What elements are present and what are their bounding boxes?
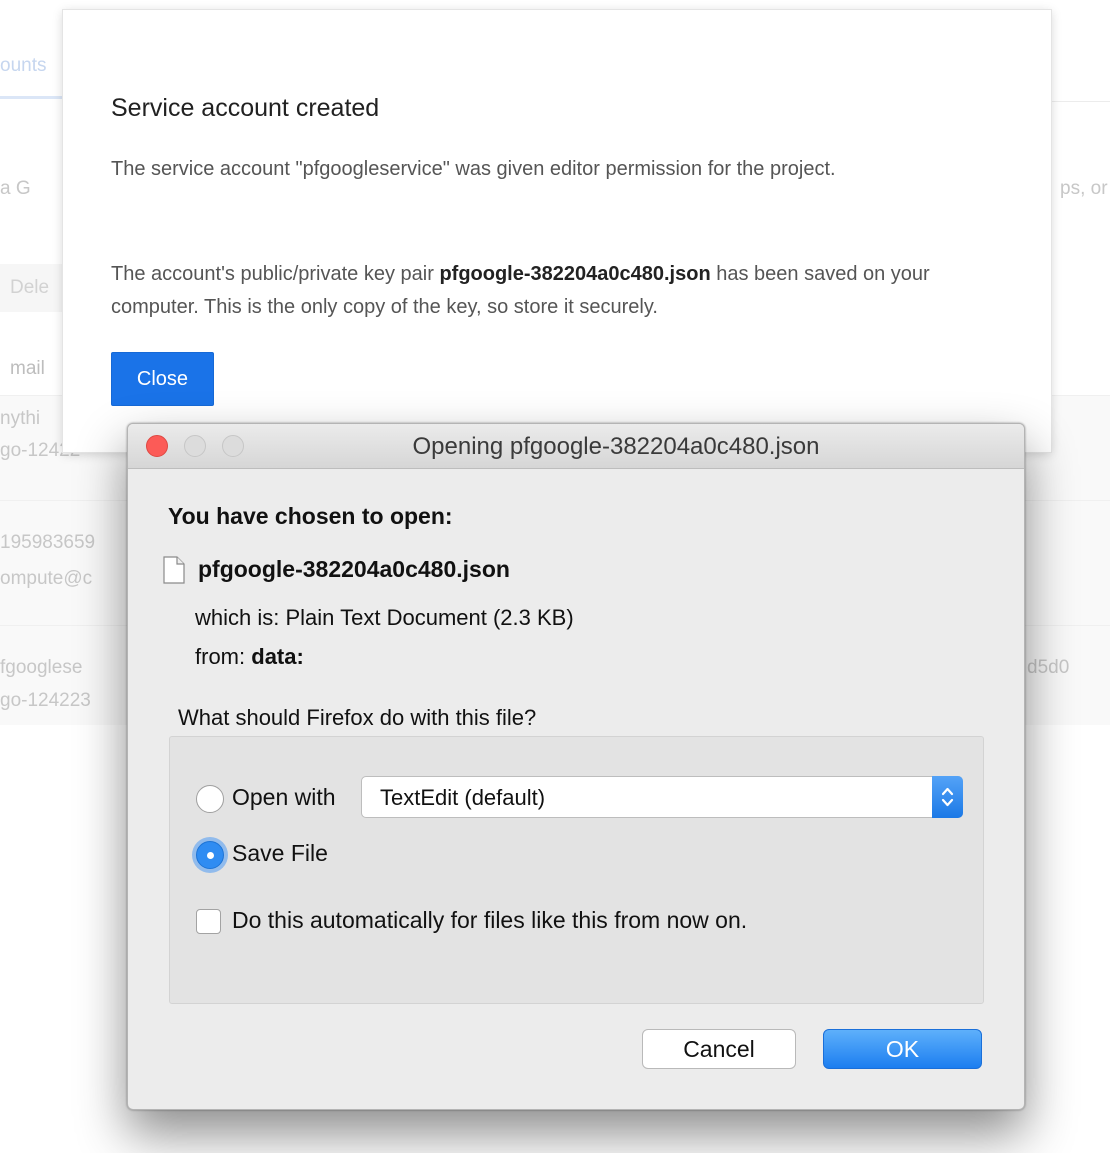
up-down-chevron-icon [941, 787, 954, 807]
close-button[interactable]: Close [111, 352, 214, 406]
bg-divider [1052, 101, 1110, 102]
bg-row2-line2: ompute@c [0, 568, 93, 589]
cancel-button[interactable]: Cancel [642, 1029, 796, 1069]
radio-selected-dot [207, 852, 214, 859]
key-filename: pfgoogle-382204a0c480.json [439, 263, 711, 285]
modal-title: Service account created [111, 94, 380, 122]
file-name: pfgoogle-382204a0c480.json [198, 556, 510, 582]
open-with-app-select[interactable]: TextEdit (default) [361, 776, 963, 818]
dialog-window-title: Opening pfgoogle-382204a0c480.json [412, 433, 820, 460]
bg-row3-right: d5d0 [1027, 657, 1070, 678]
select-stepper-arrows[interactable] [932, 776, 963, 818]
which-is-label: which is: [195, 605, 280, 630]
bg-row1-line1: nythi [0, 408, 41, 429]
save-file-label[interactable]: Save File [232, 840, 328, 867]
bg-intro-right: ps, or [1060, 178, 1108, 199]
bg-row3-line2: go-124223 [0, 690, 91, 711]
do-automatically-checkbox[interactable] [196, 909, 221, 934]
bg-delete-label: Dele [10, 277, 50, 298]
modal-paragraph-permission: The service account "pfgoogleservice" wa… [111, 158, 836, 180]
action-options-group: Open with TextEdit (default) Save File D… [169, 736, 984, 1004]
chosen-to-open-heading: You have chosen to open: [168, 503, 453, 529]
file-type-value: Plain Text Document (2.3 KB) [285, 605, 574, 630]
file-source-line: from: data: [195, 644, 304, 670]
key-text-before: The account's public/private key pair [111, 263, 440, 285]
bg-row3-line1: fgooglese [0, 657, 83, 678]
from-label: from: [195, 644, 246, 669]
action-question: What should Firefox do with this file? [178, 705, 537, 730]
from-value: data: [251, 644, 304, 669]
do-automatically-label[interactable]: Do this automatically for files like thi… [232, 907, 747, 934]
save-file-radio[interactable] [196, 841, 224, 869]
open-with-label[interactable]: Open with [232, 784, 336, 811]
bg-tab-accounts: ounts [0, 55, 47, 76]
service-account-created-modal: Service account created The service acco… [63, 10, 1051, 452]
modal-paragraph-key: The account's public/private key pair pf… [111, 258, 1011, 324]
firefox-open-file-dialog: Opening pfgoogle-382204a0c480.json You h… [127, 423, 1025, 1110]
bg-tab-underline [0, 96, 62, 99]
bg-intro-left: a G [0, 178, 31, 199]
file-type-line: which is: Plain Text Document (2.3 KB) [195, 605, 574, 631]
bg-email-header: mail [10, 358, 45, 379]
ok-button[interactable]: OK [823, 1029, 982, 1069]
document-icon [163, 556, 185, 584]
open-with-radio[interactable] [196, 785, 224, 813]
bg-row2-line1: 195983659 [0, 532, 96, 553]
selected-app: TextEdit (default) [380, 785, 546, 810]
dialog-titlebar[interactable]: Opening pfgoogle-382204a0c480.json [128, 424, 1024, 469]
